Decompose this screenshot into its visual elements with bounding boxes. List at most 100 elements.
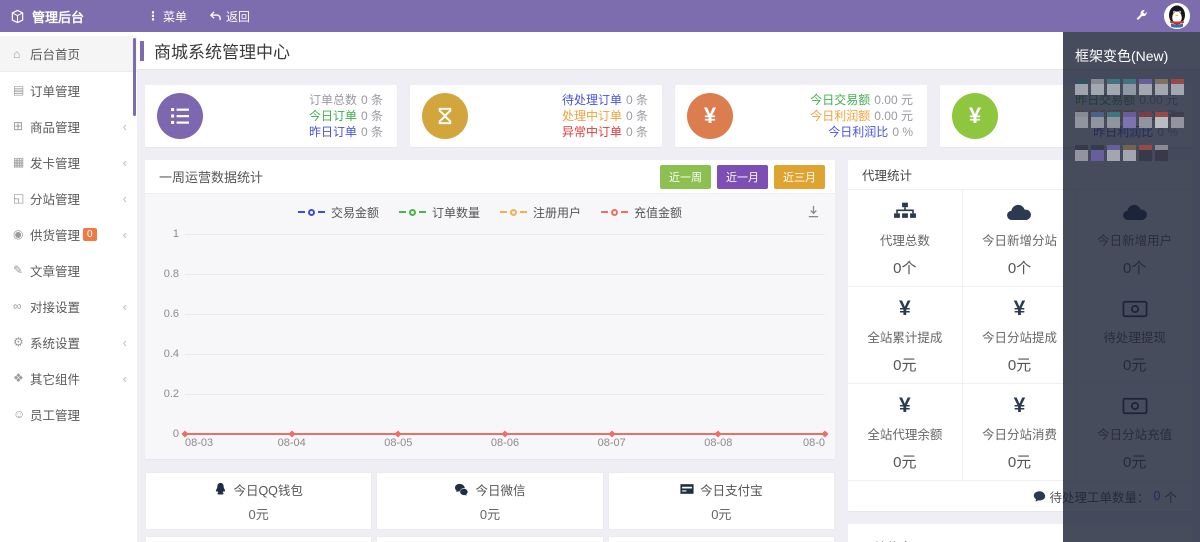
brand[interactable]: 管理后台 (0, 7, 137, 26)
wechat-yesterday: 昨日微信 0元 (376, 536, 604, 542)
legend-item-transactions[interactable]: 交易金额 (297, 204, 379, 221)
order-list-icon: ▤ (13, 83, 25, 97)
wallet-stats: 今日QQ钱包 0元 今日微信 0元 今日支付宝 0元 昨日QQ钱包 0元 昨日微… (145, 472, 835, 542)
theme-swatch[interactable] (1139, 145, 1152, 161)
sidebar-item-system-settings[interactable]: ⚙ 系统设置 ‹ (0, 324, 137, 360)
theme-swatch[interactable] (1123, 112, 1136, 128)
cube-logo-icon (10, 9, 25, 24)
y-tick: 1 (172, 228, 179, 240)
theme-swatch[interactable] (1171, 79, 1184, 95)
wrench-icon[interactable] (1134, 9, 1148, 23)
download-icon[interactable] (806, 204, 821, 222)
theme-swatch[interactable] (1155, 145, 1168, 161)
page-title: 商城系统管理中心 (154, 43, 290, 62)
agent-cell-site-commission-total: ¥ 全站累计提成 0元 (848, 287, 963, 384)
sidebar-item-card-issuing[interactable]: ▦ 发卡管理 ‹ (0, 144, 137, 180)
y-tick: 0.4 (163, 348, 179, 360)
title-accent-bar (140, 40, 144, 61)
home-icon: ⌂ (13, 46, 21, 61)
sidebar-scrollbar[interactable] (133, 38, 136, 116)
theme-swatch[interactable] (1075, 79, 1088, 95)
theme-swatch[interactable] (1075, 145, 1088, 161)
cloud-icon (1006, 199, 1032, 225)
range-quarter-button[interactable]: 近三月 (774, 164, 825, 189)
sidebar-item-products[interactable]: ⊞ 商品管理 ‹ (0, 108, 137, 144)
main-content: 商城系统管理中心 订单总数 0 条 今日订单 0 条 昨日订单 0 条 待处理订单 0 … (137, 32, 1200, 542)
alipay-today: 今日支付宝 0元 (607, 472, 835, 530)
theme-swatch[interactable] (1107, 112, 1120, 128)
sidebar: ⌂ 后台首页 ▤ 订单管理 ⊞ 商品管理 ‹ ▦ 发卡管理 ‹ ◱ 分站管理 ‹… (0, 32, 137, 542)
yen-icon: ¥ (898, 393, 911, 417)
agent-cell-substation-consumption-today: ¥ 今日分站消费 0元 (962, 384, 1078, 481)
sidebar-item-substations[interactable]: ◱ 分站管理 ‹ (0, 180, 137, 216)
page-header: 商城系统管理中心 (137, 32, 1200, 70)
sidebar-item-components[interactable]: ❖ 其它组件 ‹ (0, 360, 137, 396)
theme-swatch[interactable] (1107, 145, 1120, 161)
theme-swatch[interactable] (1139, 112, 1152, 128)
y-tick: 0 (172, 428, 179, 440)
alipay-yesterday: 昨日支付宝 0元 (607, 536, 835, 542)
sidebar-item-suppliers[interactable]: ◉ 供货管理 0 ‹ (0, 216, 137, 252)
topbar: 管理后台 ⋮ 菜单 返回 (0, 0, 1200, 32)
stat-card-pending: 待处理订单 0 条 处理中订单 0 条 异常中订单 0 条 (410, 85, 662, 147)
legend-item-registrations[interactable]: 注册用户 (500, 204, 581, 221)
y-tick: 0.8 (163, 268, 179, 280)
sitemap-icon (893, 199, 917, 225)
speech-bubble-icon (1033, 490, 1046, 503)
suppliers-badge: 0 (83, 227, 97, 241)
hourglass-icon (422, 93, 468, 139)
yen-icon: ¥ (952, 93, 998, 139)
cart-icon: ⊞ (13, 119, 24, 133)
grid-icon: ▦ (13, 155, 25, 169)
theme-swatch-row (1075, 112, 1188, 128)
y-tick: 0.2 (163, 388, 179, 400)
sidebar-item-integration[interactable]: ∞ 对接设置 ‹ (0, 288, 137, 324)
line-chart: 交易金额 订单数量 注册用户 充值金额 1 0.8 0.6 0.4 0.2 0 … (145, 194, 835, 459)
menu-button[interactable]: ⋮ 菜单 (147, 8, 187, 25)
bank-card-icon (680, 483, 694, 495)
agent-cell-new-substations-today: 今日新增分站 0个 (962, 190, 1078, 287)
legend-item-recharge[interactable]: 充值金额 (601, 204, 682, 221)
theme-color-overlay: 框架变色(New) (1063, 32, 1200, 542)
theme-swatch[interactable] (1107, 79, 1120, 95)
theme-swatch[interactable] (1091, 145, 1104, 161)
stat-card-orders: 订单总数 0 条 今日订单 0 条 昨日订单 0 条 (145, 85, 397, 147)
wechat-icon (454, 483, 469, 496)
weekly-stats-panel: 一周运营数据统计 近一周 近一月 近三月 交易金额 订单数量 注册用户 充值金额… (145, 160, 835, 459)
ordered-list-icon (157, 93, 203, 139)
link-icon: ∞ (13, 299, 22, 313)
components-icon: ❖ (13, 371, 24, 385)
yen-icon: ¥ (898, 296, 911, 320)
agent-cell-substation-commission-today: ¥ 今日分站提成 0元 (962, 287, 1078, 384)
stat-card-today-revenue: ¥ 今日交易额 0.00 元 今日利润额 0.00 元 今日利润比 0 % (675, 85, 927, 147)
range-week-button[interactable]: 近一周 (660, 164, 711, 189)
range-month-button[interactable]: 近一月 (717, 164, 768, 189)
sidebar-item-dashboard[interactable]: ⌂ 后台首页 (0, 36, 137, 72)
menu-icon: ⋮ (147, 9, 159, 23)
article-icon: ✎ (13, 263, 24, 277)
qq-icon (214, 482, 227, 496)
sidebar-item-orders[interactable]: ▤ 订单管理 (0, 72, 137, 108)
theme-swatch[interactable] (1075, 112, 1088, 128)
theme-swatch[interactable] (1123, 79, 1136, 95)
back-button[interactable]: 返回 (209, 8, 250, 25)
legend-item-orders[interactable]: 订单数量 (398, 204, 480, 221)
qq-wallet-yesterday: 昨日QQ钱包 0元 (145, 536, 373, 542)
yen-icon: ¥ (1013, 296, 1026, 320)
theme-swatch[interactable] (1171, 112, 1184, 128)
theme-swatch[interactable] (1155, 79, 1168, 95)
brand-title: 管理后台 (32, 9, 85, 25)
user-icon: ☺ (13, 407, 26, 421)
chart-panel-title: 一周运营数据统计 (159, 170, 264, 185)
agent-cell-agent-balance-total: ¥ 全站代理余额 0元 (848, 384, 963, 481)
theme-swatch[interactable] (1091, 79, 1104, 95)
theme-swatch[interactable] (1091, 112, 1104, 128)
theme-overlay-title: 框架变色(New) (1075, 48, 1169, 64)
sidebar-item-articles[interactable]: ✎ 文章管理 (0, 252, 137, 288)
theme-swatch[interactable] (1139, 79, 1152, 95)
yen-icon: ¥ (687, 93, 733, 139)
theme-swatch[interactable] (1155, 112, 1168, 128)
user-avatar[interactable] (1164, 3, 1190, 29)
sidebar-item-staff[interactable]: ☺ 员工管理 (0, 396, 137, 432)
theme-swatch[interactable] (1123, 145, 1136, 161)
